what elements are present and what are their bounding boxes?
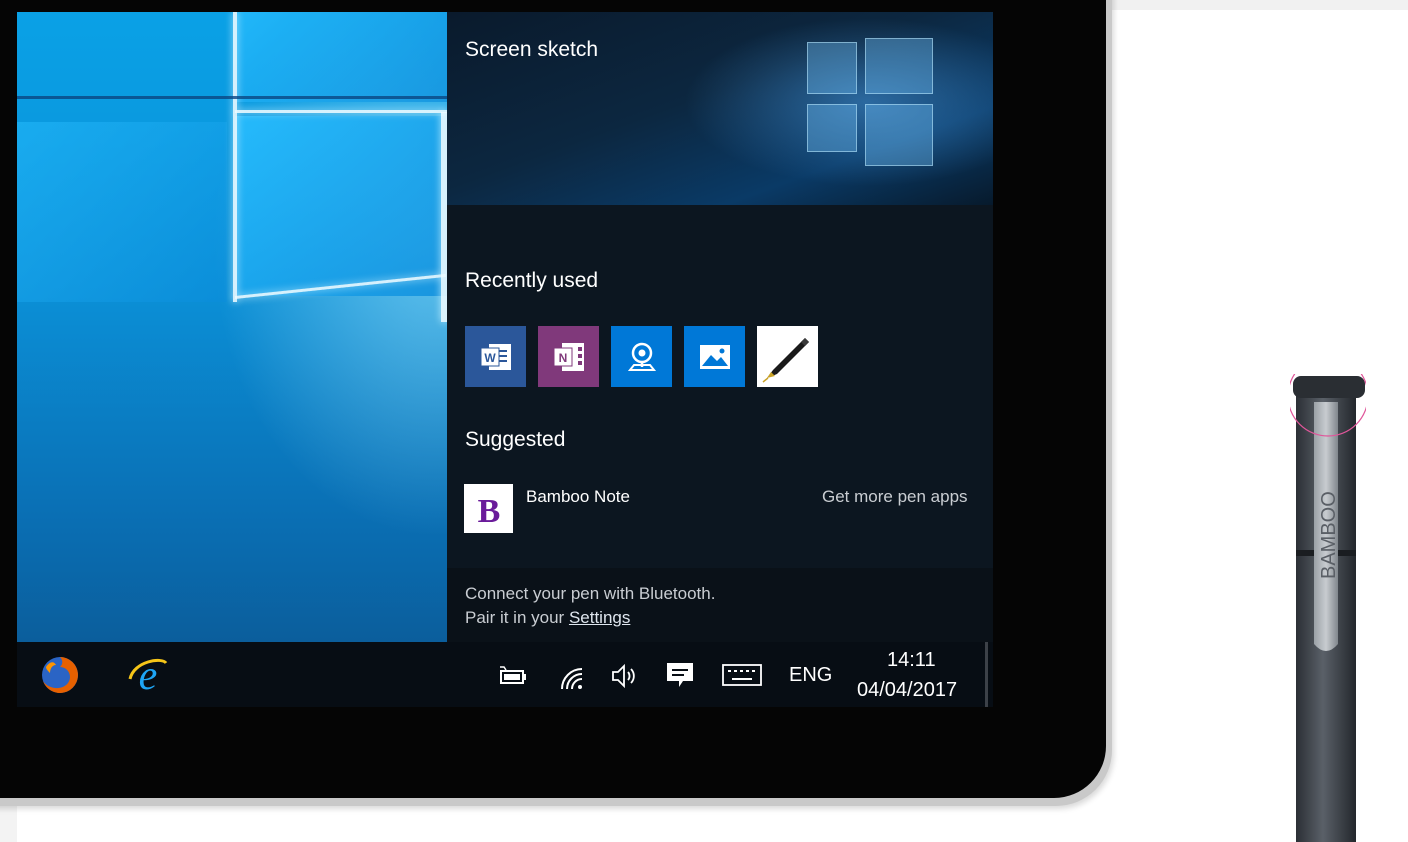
- get-more-pen-apps-link[interactable]: Get more pen apps: [822, 487, 968, 507]
- action-center-icon: [667, 663, 693, 687]
- recent-app-pen[interactable]: [757, 326, 818, 387]
- tray-battery[interactable]: [497, 664, 529, 688]
- desktop-wallpaper: [17, 12, 447, 642]
- svg-text:B: B: [477, 493, 500, 529]
- recently-used-heading: Recently used: [465, 269, 599, 292]
- keyboard-icon: [722, 664, 762, 686]
- windows-ink-workspace: Screen sketch Recently used W N Suggeste…: [447, 12, 993, 642]
- bluetooth-hint-prefix: Pair it in your: [465, 608, 569, 627]
- bluetooth-hint-line1: Connect your pen with Bluetooth.: [465, 584, 716, 603]
- tray-wifi[interactable]: [557, 664, 587, 692]
- tray-volume[interactable]: [609, 662, 639, 690]
- suggested-app-name[interactable]: Bamboo Note: [526, 487, 630, 507]
- settings-link[interactable]: Settings: [569, 608, 630, 627]
- svg-text:N: N: [558, 351, 567, 365]
- wallpaper-shadow-line: [17, 96, 447, 99]
- firefox-icon: [42, 657, 78, 693]
- bluetooth-footer: Connect your pen with Bluetooth. Pair it…: [447, 568, 993, 642]
- stylus-eraser-cap: [1293, 376, 1365, 398]
- wallpaper-pane: [237, 12, 447, 102]
- suggested-app-bamboo-note[interactable]: B: [464, 484, 513, 533]
- clock-time[interactable]: 14:11: [887, 649, 936, 672]
- tablet-screen: Screen sketch Recently used W N Suggeste…: [17, 12, 993, 707]
- bamboo-stylus: BAMBOO: [1290, 374, 1366, 842]
- wallpaper-light-line: [235, 110, 447, 113]
- recent-app-photos[interactable]: [684, 326, 745, 387]
- recent-app-maps[interactable]: [611, 326, 672, 387]
- bluetooth-hint-line2: Pair it in your Settings: [465, 608, 630, 628]
- onenote-icon: N: [553, 342, 584, 371]
- fountain-pen-icon: [762, 337, 809, 383]
- internet-explorer-icon: e: [128, 655, 168, 695]
- tray-action-center[interactable]: [665, 660, 695, 690]
- battery-icon: [500, 666, 526, 684]
- bamboo-note-icon: B: [477, 493, 500, 529]
- word-icon: W: [480, 343, 511, 370]
- photos-icon: [699, 344, 730, 369]
- taskbar-internet-explorer[interactable]: e: [125, 654, 171, 696]
- wifi-icon: [561, 668, 583, 690]
- suggested-heading: Suggested: [465, 428, 566, 451]
- taskbar-firefox[interactable]: [39, 654, 81, 696]
- recent-app-onenote[interactable]: N: [538, 326, 599, 387]
- clock-date[interactable]: 04/04/2017: [857, 679, 957, 702]
- tray-touch-keyboard[interactable]: [721, 662, 763, 688]
- stylus-brand-text: BAMBOO: [1318, 491, 1340, 579]
- wallpaper-pane: [235, 116, 447, 296]
- screen-sketch-label: Screen sketch: [465, 38, 599, 61]
- volume-icon: [612, 663, 635, 689]
- maps-icon: [627, 342, 656, 371]
- sketch-window-pane: [865, 104, 933, 166]
- wallpaper-light-line: [233, 12, 237, 302]
- taskbar: e ENG 14:11 04/04/2017: [17, 642, 993, 707]
- screen-sketch-tile[interactable]: Screen sketch: [447, 12, 993, 205]
- show-desktop-button[interactable]: [985, 642, 988, 707]
- input-language-indicator[interactable]: ENG: [789, 664, 832, 687]
- recent-app-word[interactable]: W: [465, 326, 526, 387]
- sketch-window-pane: [807, 42, 857, 94]
- svg-text:W: W: [484, 351, 496, 365]
- sketch-window-pane: [807, 104, 857, 152]
- sketch-window-pane: [865, 38, 933, 94]
- wallpaper-pane: [17, 122, 227, 302]
